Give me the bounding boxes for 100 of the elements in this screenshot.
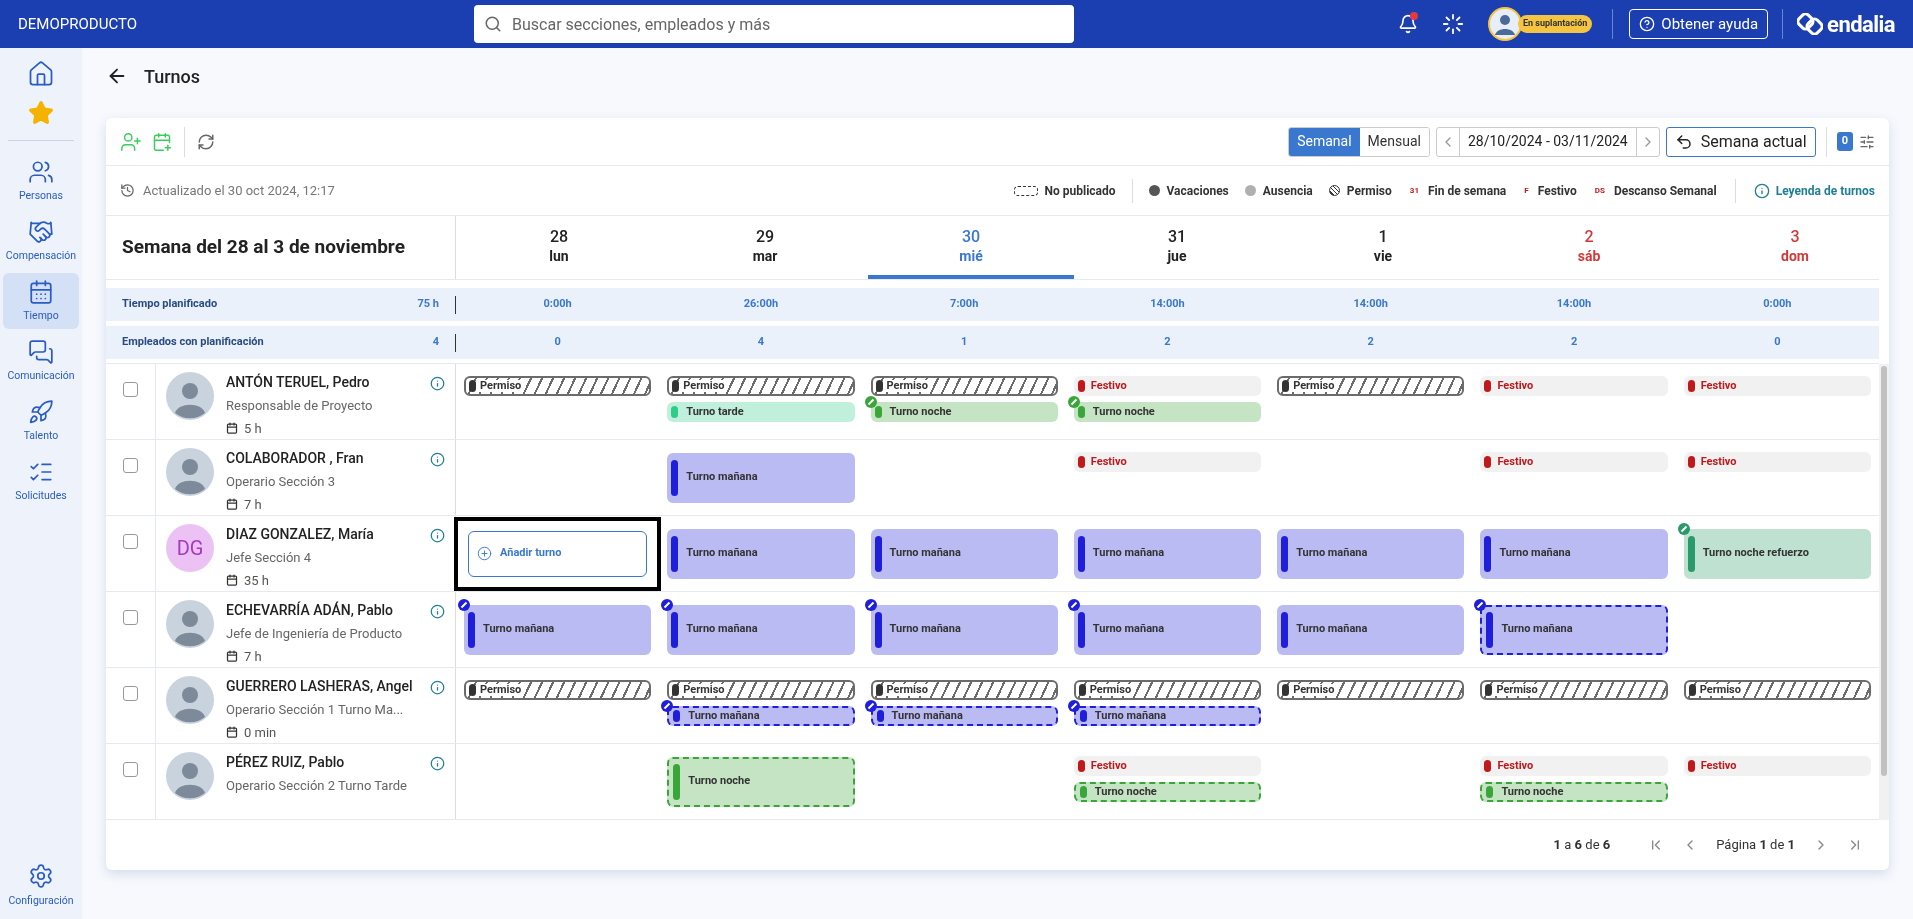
refresh-icon[interactable] <box>197 132 215 151</box>
user-menu[interactable]: En suplantación <box>1488 7 1593 41</box>
shift-chip[interactable]: Turno mañana <box>870 528 1058 579</box>
current-week-button[interactable]: Semana actual <box>1665 126 1816 157</box>
permission-chip[interactable]: Permiso <box>870 680 1058 700</box>
permission-chip[interactable]: Permiso <box>1277 680 1465 700</box>
shift-chip[interactable]: Turno noche <box>1480 782 1668 802</box>
sidebar-item[interactable]: Tiempo <box>3 273 79 329</box>
shift-chip[interactable]: Turno mañana <box>1073 604 1262 655</box>
row-checkbox[interactable] <box>123 762 138 777</box>
shift-chip[interactable]: Turno mañana <box>870 706 1058 726</box>
info-icon[interactable] <box>430 756 445 771</box>
sidebar-item[interactable]: Compensación <box>3 213 79 269</box>
shift-chip[interactable]: Turno mañana <box>1277 528 1465 579</box>
settings-item[interactable]: Configuración <box>8 863 74 909</box>
holiday-chip[interactable]: Festivo <box>1480 452 1668 472</box>
shift-chip[interactable]: Turno noche refuerzo <box>1683 528 1871 579</box>
stat-value: 14:00h <box>1150 296 1185 313</box>
view-tab[interactable]: Semanal <box>1289 127 1360 156</box>
info-icon[interactable] <box>430 680 445 695</box>
permission-chip[interactable]: Permiso <box>1683 680 1871 700</box>
sidebar-icon <box>28 158 54 185</box>
row-checkbox[interactable] <box>123 686 138 701</box>
employee-name[interactable]: GUERRERO LASHERAS, Angel <box>226 676 418 697</box>
row-checkbox[interactable] <box>123 610 138 625</box>
permission-chip[interactable]: Permiso <box>1073 680 1262 700</box>
avatar <box>1488 7 1522 41</box>
home-icon[interactable] <box>27 60 55 88</box>
permission-chip[interactable]: Permiso <box>464 376 652 396</box>
info-icon[interactable] <box>430 604 445 619</box>
employee-name[interactable]: DIAZ GONZALEZ, María <box>226 524 418 545</box>
holiday-chip[interactable]: Festivo <box>1073 756 1262 776</box>
undo-icon <box>1674 132 1693 151</box>
add-employee-icon[interactable] <box>120 130 142 153</box>
shift-chip[interactable]: Turno mañana <box>464 604 652 655</box>
sidebar-item[interactable]: Comunicación <box>3 333 79 389</box>
employee-name[interactable]: COLABORADOR , Fran <box>226 448 418 469</box>
legend-mark: F <box>1523 184 1530 197</box>
info-icon[interactable] <box>430 376 445 391</box>
holiday-chip[interactable]: Festivo <box>1480 756 1668 776</box>
settings-icon <box>28 863 54 890</box>
shift-chip[interactable]: Turno noche <box>870 402 1058 422</box>
holiday-chip[interactable]: Festivo <box>1073 376 1262 396</box>
shift-chip[interactable]: Turno noche <box>1073 782 1262 802</box>
date-range: 28/10/2024 - 03/11/2024 <box>1458 127 1637 156</box>
holiday-chip[interactable]: Festivo <box>1480 376 1668 396</box>
permission-chip[interactable]: Permiso <box>1277 376 1465 396</box>
shift-chip[interactable]: Turno tarde <box>667 402 855 422</box>
notifications-icon[interactable] <box>1398 14 1418 34</box>
add-calendar-icon[interactable] <box>152 131 172 152</box>
sidebar-item[interactable]: Solicitudes <box>3 453 79 509</box>
employee-hours: 7 h <box>244 647 262 666</box>
row-checkbox[interactable] <box>123 382 138 397</box>
shift-chip[interactable]: Turno mañana <box>667 452 855 503</box>
help-button[interactable]: Obtener ayuda <box>1629 9 1769 39</box>
shift-chip[interactable]: Turno mañana <box>1277 604 1465 655</box>
shift-chip[interactable]: Turno mañana <box>667 706 855 726</box>
shift-chip[interactable]: Turno noche <box>667 756 855 807</box>
legend-label: Festivo <box>1537 182 1577 200</box>
employee-name[interactable]: PÉREZ RUIZ, Pablo <box>226 752 418 773</box>
shift-chip[interactable]: Turno mañana <box>667 528 855 579</box>
shift-chip[interactable]: Turno noche <box>1073 402 1262 422</box>
permission-chip[interactable]: Permiso <box>870 376 1058 396</box>
add-shift-button[interactable]: Añadir turno <box>468 530 648 577</box>
permission-chip[interactable]: Permiso <box>667 376 855 396</box>
employee-hours: 35 h <box>244 571 269 590</box>
filter-icon[interactable] <box>1859 133 1875 150</box>
sidebar-item[interactable]: Personas <box>3 153 79 209</box>
permission-chip[interactable]: Permiso <box>464 680 652 700</box>
stat-label: Tiempo planificado <box>122 296 219 313</box>
scrollbar[interactable] <box>1879 364 1889 820</box>
info-icon[interactable] <box>430 452 445 467</box>
search-field[interactable]: Buscar secciones, empleados y más <box>474 5 1074 43</box>
row-checkbox[interactable] <box>123 534 138 549</box>
shift-chip[interactable]: Turno mañana <box>1480 604 1668 655</box>
permission-chip[interactable]: Permiso <box>1480 680 1668 700</box>
row-checkbox[interactable] <box>123 458 138 473</box>
sidebar-item[interactable]: Talento <box>3 393 79 449</box>
employee-name[interactable]: ECHEVARRÍA ADÁN, Pablo <box>226 600 418 621</box>
legend-link[interactable]: Leyenda de turnos <box>1753 181 1875 200</box>
stat-total: 4 <box>432 334 439 351</box>
holiday-chip[interactable]: Festivo <box>1683 756 1871 776</box>
info-icon[interactable] <box>430 528 445 543</box>
history-icon <box>120 183 135 198</box>
shift-chip[interactable]: Turno mañana <box>870 604 1058 655</box>
star-icon[interactable] <box>28 100 54 126</box>
legend-label: Descanso Semanal <box>1613 182 1717 200</box>
stat-value: 2 <box>1164 334 1171 351</box>
legend-label: Vacaciones <box>1166 182 1229 200</box>
holiday-chip[interactable]: Festivo <box>1683 376 1871 396</box>
shift-chip[interactable]: Turno mañana <box>1073 528 1262 579</box>
holiday-chip[interactable]: Festivo <box>1073 452 1262 472</box>
employee-name[interactable]: ANTÓN TERUEL, Pedro <box>226 372 418 393</box>
shift-chip[interactable]: Turno mañana <box>1073 706 1262 726</box>
sidebar-icon <box>28 218 54 245</box>
shift-chip[interactable]: Turno mañana <box>1480 528 1668 579</box>
shift-chip[interactable]: Turno mañana <box>667 604 855 655</box>
holiday-chip[interactable]: Festivo <box>1683 452 1871 472</box>
filter-count: 0 <box>1836 132 1853 151</box>
permission-chip[interactable]: Permiso <box>667 680 855 700</box>
